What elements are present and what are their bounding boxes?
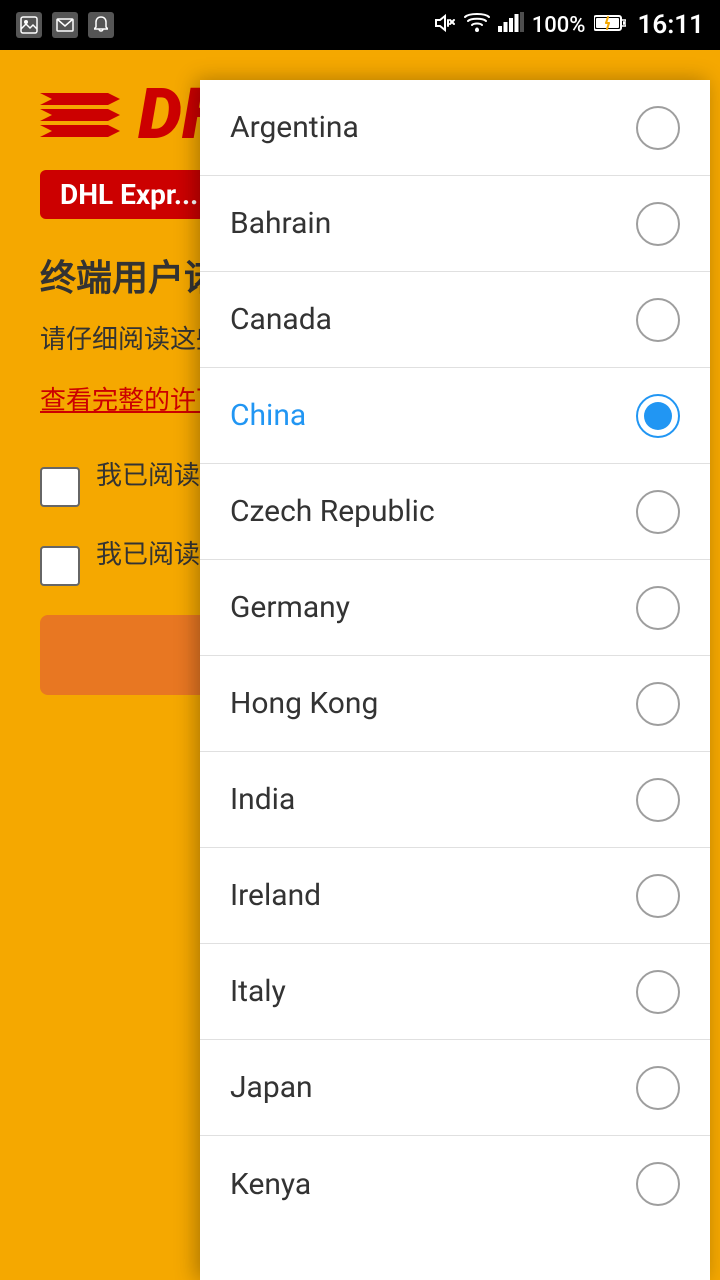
wifi-icon <box>464 13 490 38</box>
radio-india[interactable] <box>636 778 680 822</box>
country-name-germany: Germany <box>230 590 350 625</box>
status-bar-right-icons: 100% 16:11 <box>434 10 704 40</box>
country-item-hong-kong[interactable]: Hong Kong <box>200 656 710 752</box>
country-item-canada[interactable]: Canada <box>200 272 710 368</box>
country-name-czech-republic: Czech Republic <box>230 494 435 529</box>
country-item-italy[interactable]: Italy <box>200 944 710 1040</box>
radio-inner-china <box>644 402 672 430</box>
country-item-china[interactable]: China <box>200 368 710 464</box>
country-name-argentina: Argentina <box>230 110 359 145</box>
checkbox-1[interactable] <box>40 467 80 507</box>
battery-percentage: 100% <box>532 13 586 38</box>
mute-icon <box>434 12 456 39</box>
radio-czech-republic[interactable] <box>636 490 680 534</box>
country-item-kenya[interactable]: Kenya <box>200 1136 710 1232</box>
country-name-bahrain: Bahrain <box>230 206 331 241</box>
status-bar-left-icons <box>16 12 114 38</box>
country-item-argentina[interactable]: Argentina <box>200 80 710 176</box>
country-name-italy: Italy <box>230 974 286 1009</box>
country-item-germany[interactable]: Germany <box>200 560 710 656</box>
radio-italy[interactable] <box>636 970 680 1014</box>
radio-hong-kong[interactable] <box>636 682 680 726</box>
country-item-ireland[interactable]: Ireland <box>200 848 710 944</box>
country-list: Argentina Bahrain Canada China Czech Republi… <box>200 80 710 1280</box>
battery-icon <box>594 13 626 38</box>
radio-china[interactable] <box>636 394 680 438</box>
checkbox-2[interactable] <box>40 546 80 586</box>
radio-bahrain[interactable] <box>636 202 680 246</box>
radio-ireland[interactable] <box>636 874 680 918</box>
radio-canada[interactable] <box>636 298 680 342</box>
status-bar: 100% 16:11 <box>0 0 720 50</box>
country-name-canada: Canada <box>230 302 332 337</box>
country-item-bahrain[interactable]: Bahrain <box>200 176 710 272</box>
country-name-india: India <box>230 782 295 817</box>
notification-icon <box>88 12 114 38</box>
signal-icon <box>498 12 524 38</box>
email-icon <box>52 12 78 38</box>
country-item-japan[interactable]: Japan <box>200 1040 710 1136</box>
country-name-japan: Japan <box>230 1070 313 1105</box>
radio-japan[interactable] <box>636 1066 680 1110</box>
radio-germany[interactable] <box>636 586 680 630</box>
country-name-kenya: Kenya <box>230 1167 311 1202</box>
image-icon <box>16 12 42 38</box>
country-name-china: China <box>230 398 306 433</box>
country-name-ireland: Ireland <box>230 878 321 913</box>
country-name-hong-kong: Hong Kong <box>230 686 378 721</box>
country-item-india[interactable]: India <box>200 752 710 848</box>
radio-kenya[interactable] <box>636 1162 680 1206</box>
radio-argentina[interactable] <box>636 106 680 150</box>
time-display: 16:11 <box>638 10 705 40</box>
country-dropdown: Argentina Bahrain Canada China Czech Republi… <box>200 80 710 1280</box>
country-item-czech-republic[interactable]: Czech Republic <box>200 464 710 560</box>
